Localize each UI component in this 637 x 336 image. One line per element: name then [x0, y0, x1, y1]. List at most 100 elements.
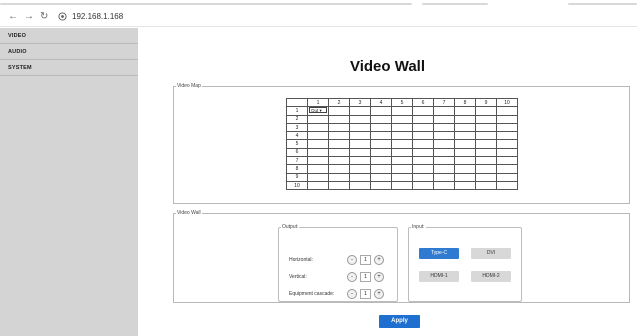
grid-cell[interactable] — [433, 156, 455, 166]
equipment-cascade-minus-button[interactable]: - — [347, 289, 357, 299]
input-hdmi-1-button[interactable]: HDMI-1 — [419, 271, 459, 282]
grid-cell[interactable] — [370, 139, 392, 149]
grid-cell[interactable] — [454, 147, 476, 158]
grid-cell[interactable] — [328, 147, 350, 158]
vertical-plus-button[interactable]: + — [374, 272, 384, 282]
sidebar-item-audio[interactable]: AUDIO — [0, 44, 138, 60]
grid-cell[interactable] — [475, 131, 497, 141]
grid-cell[interactable] — [328, 139, 350, 149]
grid-cell[interactable] — [433, 172, 455, 182]
grid-cell[interactable] — [412, 139, 434, 149]
grid-cell[interactable] — [370, 164, 392, 174]
grid-cell[interactable] — [307, 147, 329, 158]
grid-cell[interactable] — [307, 172, 329, 182]
grid-cell[interactable] — [454, 114, 476, 124]
grid-cell[interactable] — [412, 122, 434, 133]
apply-button[interactable]: Apply — [379, 315, 420, 328]
grid-cell[interactable] — [475, 164, 497, 174]
grid-cell[interactable] — [307, 122, 329, 133]
input-type-c-button[interactable]: Type-C — [419, 248, 459, 259]
grid-cell[interactable] — [349, 164, 371, 174]
grid-cell[interactable] — [496, 114, 518, 124]
grid-cell[interactable] — [412, 131, 434, 141]
grid-cell[interactable] — [454, 106, 476, 116]
grid-cell[interactable] — [349, 122, 371, 133]
grid-cell[interactable] — [391, 114, 413, 124]
equipment-cascade-plus-button[interactable]: + — [374, 289, 384, 299]
grid-cell[interactable] — [496, 131, 518, 141]
grid-cell[interactable] — [349, 147, 371, 158]
reload-icon[interactable]: ↻ — [40, 12, 48, 22]
grid-cell[interactable] — [391, 106, 413, 116]
grid-cell[interactable] — [496, 164, 518, 174]
grid-cell[interactable] — [433, 180, 455, 191]
grid-cell[interactable] — [307, 139, 329, 149]
grid-cell[interactable] — [391, 122, 413, 133]
input-dvi-button[interactable]: DVI — [471, 248, 511, 259]
grid-cell[interactable] — [328, 172, 350, 182]
site-info-icon[interactable] — [58, 12, 67, 21]
vertical-minus-button[interactable]: - — [347, 272, 357, 282]
grid-cell[interactable] — [391, 139, 413, 149]
grid-cell[interactable] — [454, 180, 476, 191]
grid-cell[interactable] — [412, 172, 434, 182]
grid-cell[interactable] — [496, 122, 518, 133]
grid-cell[interactable] — [433, 114, 455, 124]
grid-cell[interactable] — [433, 164, 455, 174]
sidebar-item-video[interactable]: VIDEO — [0, 28, 138, 44]
grid-cell[interactable] — [475, 172, 497, 182]
grid-cell[interactable] — [412, 180, 434, 191]
equipment-cascade-value[interactable]: 1 — [360, 289, 371, 299]
grid-cell[interactable] — [433, 147, 455, 158]
grid-cell[interactable] — [496, 156, 518, 166]
grid-cell[interactable] — [370, 156, 392, 166]
back-arrow-icon[interactable]: ← — [8, 12, 18, 22]
grid-cell[interactable] — [412, 114, 434, 124]
grid-cell[interactable] — [391, 147, 413, 158]
grid-cell[interactable] — [349, 106, 371, 116]
grid-cell[interactable] — [475, 122, 497, 133]
grid-cell[interactable] — [412, 164, 434, 174]
grid-cell[interactable] — [496, 180, 518, 191]
grid-cell[interactable] — [328, 106, 350, 116]
address-bar[interactable]: 192.168.1.168 — [72, 12, 123, 22]
vertical-value[interactable]: 1 — [360, 272, 371, 282]
sidebar-item-system[interactable]: SYSTEM — [0, 60, 138, 76]
grid-cell[interactable] — [370, 106, 392, 116]
grid-cell[interactable] — [370, 114, 392, 124]
grid-cell[interactable] — [391, 156, 413, 166]
grid-cell[interactable] — [475, 180, 497, 191]
grid-cell[interactable] — [454, 131, 476, 141]
grid-cell[interactable] — [370, 172, 392, 182]
horizontal-value[interactable]: 1 — [360, 255, 371, 265]
grid-cell[interactable] — [391, 172, 413, 182]
grid-cell[interactable] — [433, 131, 455, 141]
grid-cell[interactable] — [349, 180, 371, 191]
grid-cell[interactable] — [349, 139, 371, 149]
grid-cell[interactable]: Out ▾ — [307, 106, 329, 116]
grid-cell[interactable] — [307, 156, 329, 166]
grid-cell[interactable] — [307, 114, 329, 124]
grid-cell[interactable] — [433, 139, 455, 149]
grid-cell[interactable] — [370, 131, 392, 141]
input-hdmi-2-button[interactable]: HDMI-2 — [471, 271, 511, 282]
grid-cell[interactable] — [433, 106, 455, 116]
grid-cell[interactable] — [328, 156, 350, 166]
grid-cell[interactable] — [496, 172, 518, 182]
grid-cell[interactable] — [454, 172, 476, 182]
grid-cell[interactable] — [391, 180, 413, 191]
grid-cell[interactable] — [475, 147, 497, 158]
grid-cell[interactable] — [328, 122, 350, 133]
grid-cell[interactable] — [370, 147, 392, 158]
grid-cell[interactable] — [496, 147, 518, 158]
horizontal-plus-button[interactable]: + — [374, 255, 384, 265]
grid-cell[interactable] — [433, 122, 455, 133]
grid-cell[interactable] — [307, 164, 329, 174]
grid-cell[interactable] — [328, 114, 350, 124]
grid-cell[interactable] — [412, 156, 434, 166]
grid-cell[interactable] — [307, 180, 329, 191]
grid-cell[interactable] — [475, 114, 497, 124]
grid-cell[interactable] — [328, 131, 350, 141]
grid-cell[interactable] — [475, 106, 497, 116]
grid-cell[interactable] — [349, 114, 371, 124]
